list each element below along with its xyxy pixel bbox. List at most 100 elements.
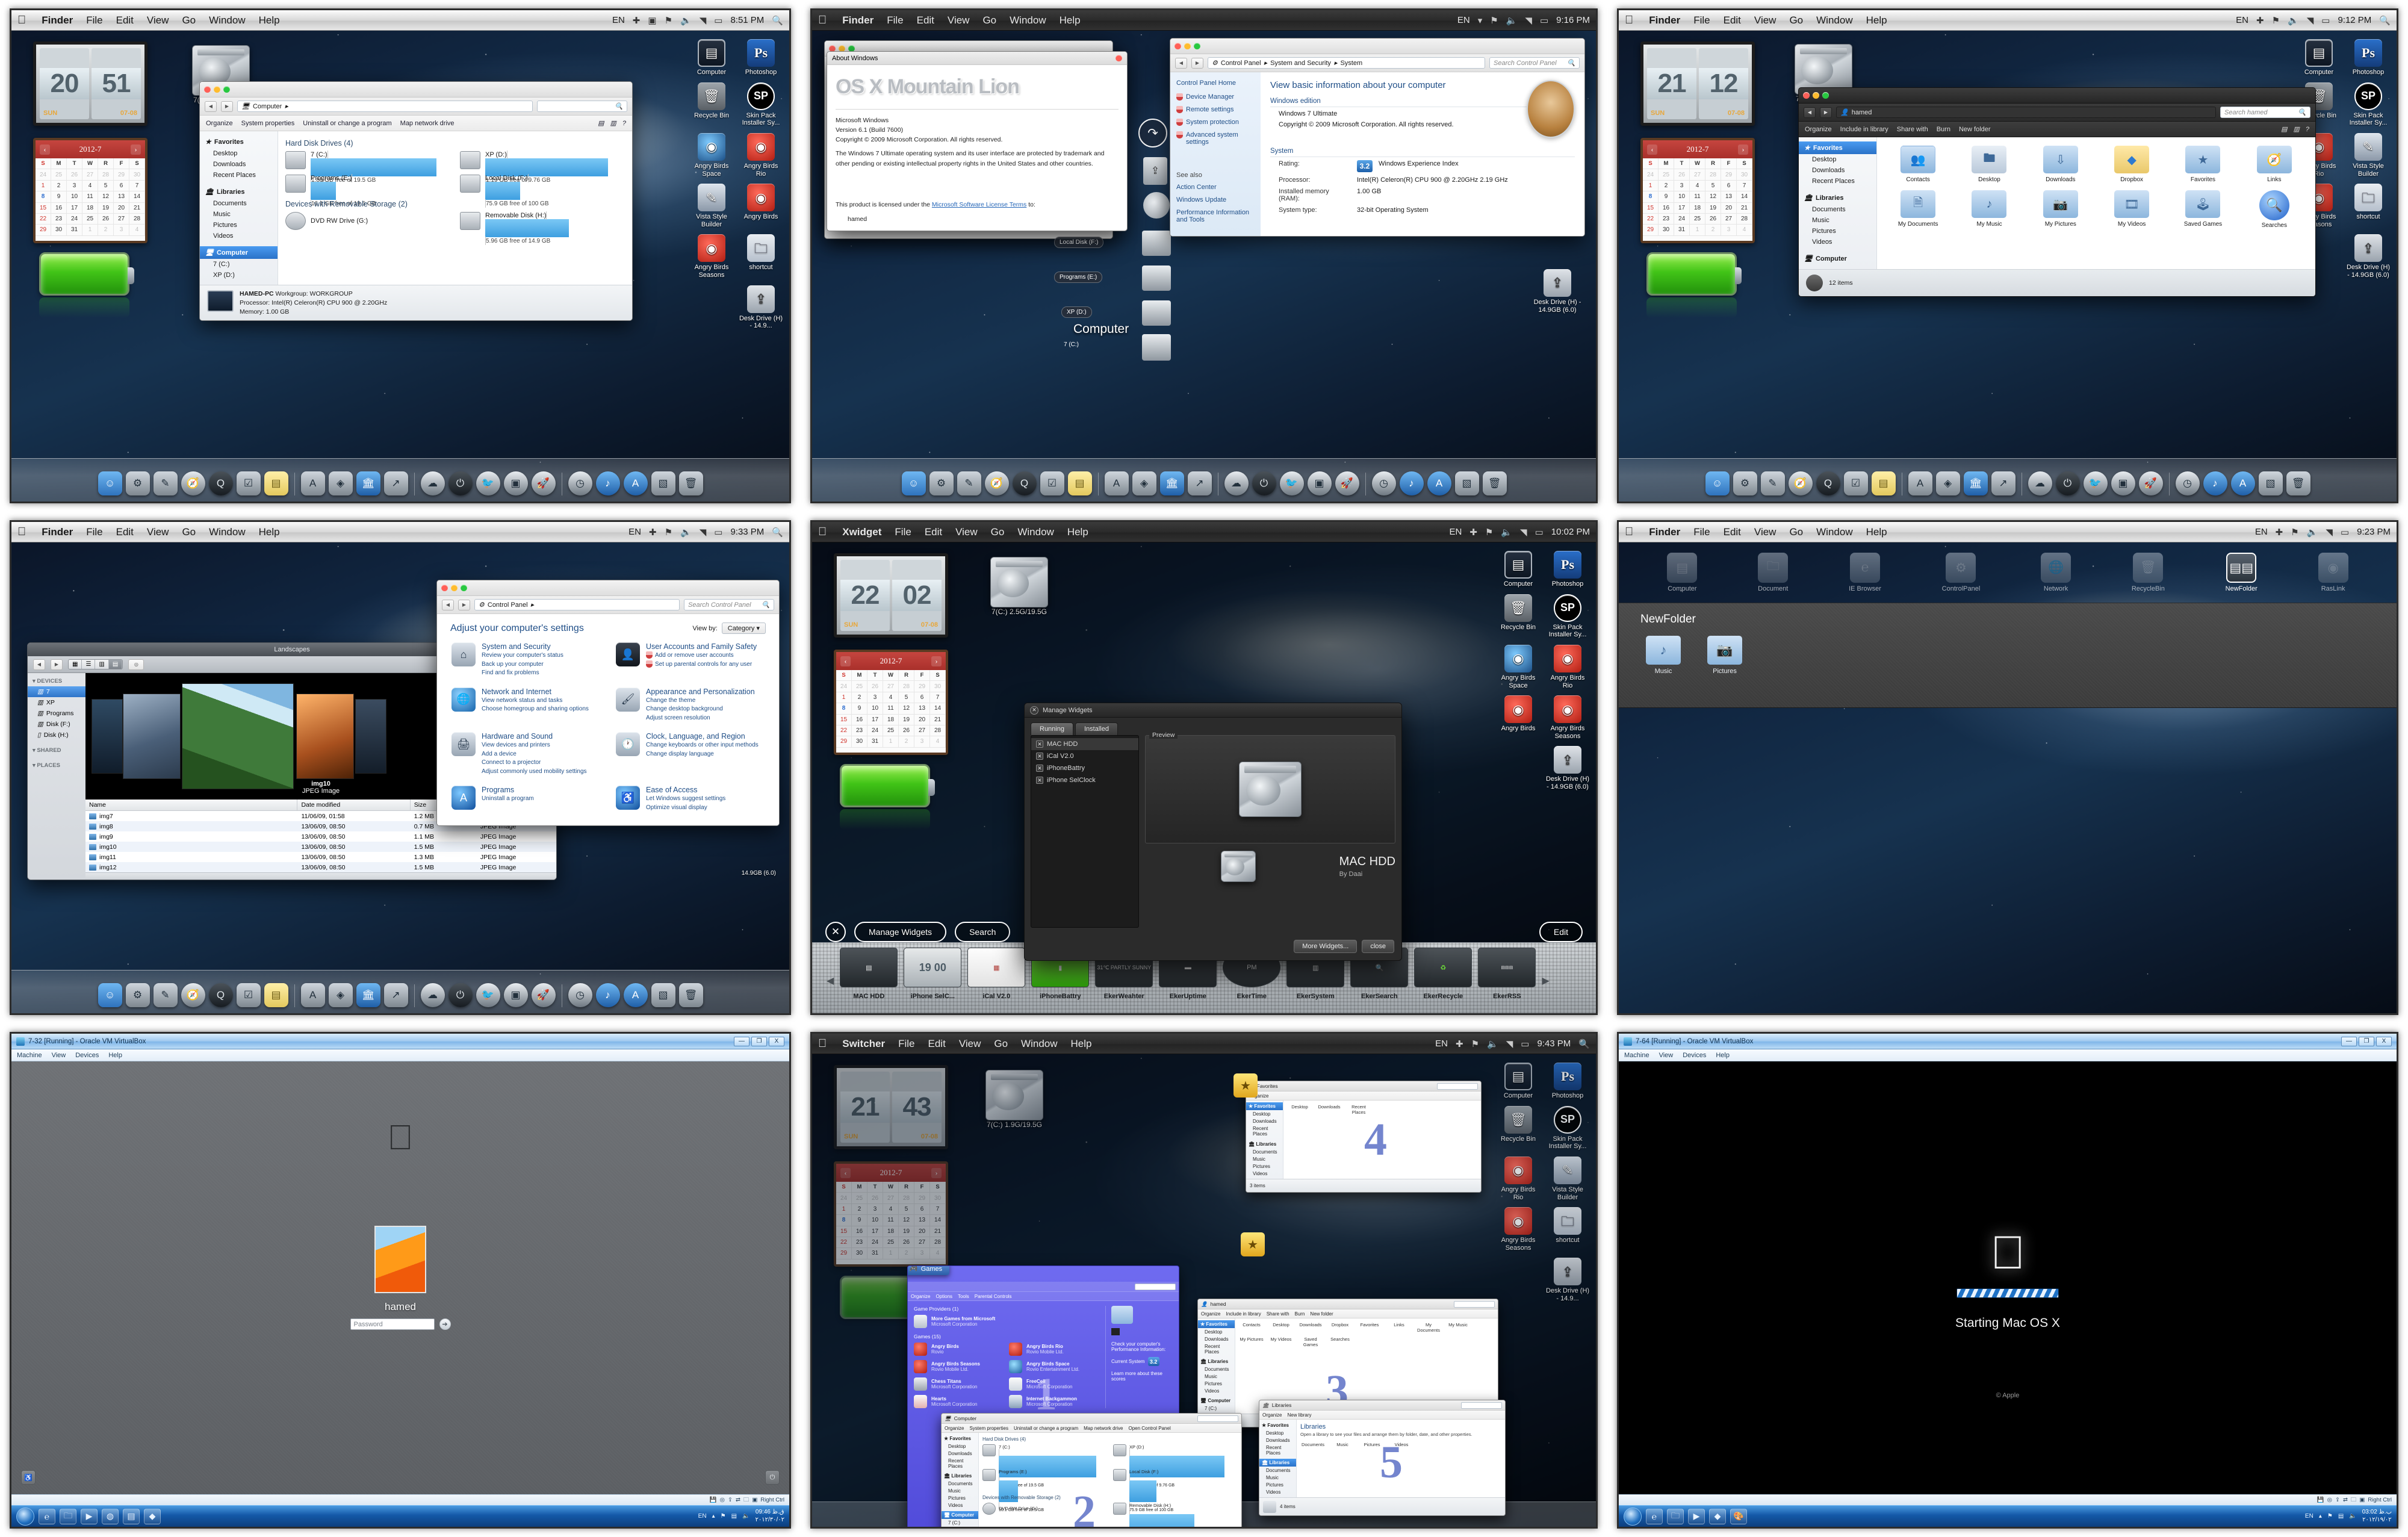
list-item[interactable]: ✕ iCal V2.0 bbox=[1031, 750, 1138, 762]
search-icon[interactable]: 🔍 bbox=[1578, 1039, 1590, 1049]
battery-icon[interactable]: ▭ bbox=[1540, 15, 1548, 26]
menu-window[interactable]: Window bbox=[1021, 1038, 1057, 1050]
hdd-icon[interactable] bbox=[1142, 300, 1171, 326]
table-row[interactable]: img11 13/06/09, 08:50 1.3 MB JPEG Image bbox=[85, 852, 556, 862]
notes-icon[interactable]: ▤ bbox=[264, 471, 288, 495]
calendar-day[interactable]: 4 bbox=[82, 180, 98, 192]
license-link[interactable]: Microsoft Software License Terms bbox=[932, 201, 1026, 208]
calendar-day[interactable]: 1 bbox=[1643, 180, 1659, 192]
calendar-day[interactable]: 11 bbox=[883, 1215, 899, 1226]
calendar-day[interactable]: 6 bbox=[1721, 180, 1737, 192]
category-link[interactable]: Let Windows suggest settings bbox=[646, 795, 725, 804]
drive-item[interactable]: XP (D:)1.19 GB free of 9.76 GB bbox=[460, 151, 625, 184]
calendar-day[interactable]: 2 bbox=[852, 1203, 867, 1216]
calendar-day[interactable]: 3 bbox=[1674, 180, 1690, 192]
coverflow-thumb-selected[interactable] bbox=[182, 683, 294, 789]
calendar-day[interactable]: 31 bbox=[867, 736, 883, 748]
search-button[interactable]: Search bbox=[955, 922, 1011, 942]
reminders-icon[interactable]: ☑ bbox=[236, 983, 261, 1007]
open-control-panel-button[interactable]: Open Control Panel bbox=[1128, 1426, 1170, 1431]
menu-go[interactable]: Go bbox=[1789, 14, 1803, 26]
calendar-day[interactable]: 26 bbox=[899, 725, 914, 737]
folder-item-my-videos[interactable]: 🎞 My Videos bbox=[2098, 190, 2165, 229]
category-title[interactable]: Clock, Language, and Region bbox=[646, 732, 745, 741]
battery-icon[interactable]: ▭ bbox=[714, 527, 722, 538]
calendar-day[interactable]: 5 bbox=[899, 692, 914, 704]
hdd-icon[interactable] bbox=[1142, 265, 1171, 291]
utilities-icon[interactable]: ◈ bbox=[328, 471, 353, 495]
parental-controls-button[interactable]: Parental Controls bbox=[975, 1294, 1012, 1299]
calendar-day[interactable]: 2 bbox=[1659, 180, 1674, 192]
desktop-icon-angry-birds-seasons[interactable]: ◉ Angry Birds Seasons bbox=[1496, 1207, 1541, 1252]
network-icon[interactable]: ▤ bbox=[731, 1513, 737, 1520]
sidebar-item-videos[interactable]: Videos bbox=[1799, 237, 1876, 247]
plus-icon[interactable]: ✚ bbox=[2256, 15, 2264, 26]
sidebar-item-desktop[interactable]: Desktop bbox=[200, 148, 278, 159]
tab-installed[interactable]: Installed bbox=[1075, 722, 1118, 735]
table-row[interactable]: img12 13/06/09, 08:50 1.5 MB JPEG Image bbox=[85, 862, 556, 872]
calendar-day[interactable]: 29 bbox=[836, 1248, 852, 1259]
calendar-day[interactable]: 15 bbox=[836, 1226, 852, 1237]
tab-running[interactable]: Running bbox=[1031, 722, 1073, 735]
organize-button[interactable]: Organize bbox=[1201, 1311, 1220, 1317]
calendar-day[interactable]: 31 bbox=[1674, 225, 1690, 236]
calendar-day[interactable]: 24 bbox=[1674, 213, 1690, 225]
flag-icon[interactable]: ⚑ bbox=[665, 15, 672, 26]
calendar-day[interactable]: 10 bbox=[1674, 191, 1690, 203]
folder-item[interactable]: My Pictures bbox=[1239, 1337, 1264, 1347]
calendar-day[interactable]: 3 bbox=[67, 180, 82, 192]
close-button[interactable]: close bbox=[1362, 940, 1394, 953]
desktop-icon-control-panel[interactable]: ⚙ ControlPanel bbox=[1942, 553, 1980, 592]
desktop-icon-vista-style-builder[interactable]: ✎ Vista Style Builder bbox=[1545, 1156, 1590, 1201]
calendar-day[interactable]: 22 bbox=[36, 213, 51, 225]
close-icon[interactable] bbox=[1175, 43, 1181, 49]
widget-list[interactable]: ✕ MAC HDD ✕ iCal V2.0 ✕ iPhoneBattry ✕ iPhon… bbox=[1031, 735, 1139, 928]
desktop-icon-photoshop[interactable]: Ps Photoshop bbox=[739, 39, 783, 76]
search-input[interactable] bbox=[1461, 1402, 1502, 1409]
calendar-day[interactable]: 30 bbox=[930, 681, 946, 692]
calendar-day[interactable]: 28 bbox=[930, 1237, 946, 1249]
icloud-icon[interactable]: ☁ bbox=[420, 471, 445, 495]
calendar-day[interactable]: 12 bbox=[98, 191, 114, 203]
menu-view[interactable]: View bbox=[1754, 526, 1777, 538]
desktop-icon-computer[interactable]: ▤ Computer bbox=[1496, 1063, 1541, 1100]
calendar-day[interactable]: 20 bbox=[1721, 202, 1737, 214]
remove-icon[interactable]: ✕ bbox=[1036, 777, 1043, 784]
close-icon[interactable] bbox=[1803, 92, 1810, 99]
uninstall-button[interactable]: Uninstall or change a program bbox=[1014, 1426, 1078, 1431]
forward-button[interactable]: ▶ bbox=[458, 599, 470, 610]
menu-edit[interactable]: Edit bbox=[116, 526, 134, 538]
appstore2-icon[interactable]: A bbox=[1427, 471, 1451, 495]
share-icon[interactable]: ↗ bbox=[1991, 471, 2015, 495]
calendar-day[interactable]: 7 bbox=[129, 180, 145, 192]
input-language[interactable]: EN bbox=[1435, 1039, 1448, 1049]
apple-menu-icon[interactable]:  bbox=[1625, 14, 1633, 26]
calendar-day[interactable]: 2 bbox=[852, 692, 867, 704]
calendar-day[interactable]: 28 bbox=[930, 725, 946, 737]
menu-help[interactable]: Help bbox=[1060, 14, 1081, 26]
horizontal-scrollbar[interactable] bbox=[85, 872, 556, 880]
photos-icon[interactable]: ▧ bbox=[2258, 471, 2283, 495]
system-preferences-icon[interactable]: ⚙ bbox=[929, 471, 954, 495]
notes-icon[interactable]: ▤ bbox=[264, 983, 288, 1007]
category-title[interactable]: System and Security bbox=[482, 642, 551, 651]
category-system-and-security[interactable]: ⌂ System and Security Review your computer… bbox=[452, 642, 600, 678]
sidebar-group-favorites[interactable]: ★ Favorites bbox=[1246, 1102, 1283, 1110]
desktop-icon-angry-birds-seasons[interactable]: ◉ Angry Birds Seasons bbox=[1545, 695, 1590, 740]
menu-go[interactable]: Go bbox=[991, 526, 1005, 538]
sidebar-item-videos[interactable]: Videos bbox=[1198, 1387, 1235, 1394]
wifi-icon[interactable]: ◥ bbox=[1506, 1039, 1513, 1049]
switcher-window-favorites[interactable]: ★Favorites Organize ★ Favorites Desktop … bbox=[1246, 1081, 1482, 1193]
coverflow-thumb[interactable] bbox=[123, 694, 181, 779]
menu-go[interactable]: Go bbox=[982, 14, 996, 26]
organize-button[interactable]: Organize bbox=[1805, 126, 1832, 133]
desktop-icon-angry-birds-space[interactable]: ◉ Angry Birds Space bbox=[1496, 644, 1541, 689]
dashboard-icon[interactable]: ◷ bbox=[2175, 471, 2200, 495]
finder-icon[interactable]: ☺ bbox=[901, 471, 926, 495]
calendar-day[interactable]: 28 bbox=[899, 681, 914, 692]
folder-item[interactable]: Desktop bbox=[1287, 1104, 1312, 1115]
menu-devices[interactable]: Devices bbox=[75, 1052, 99, 1059]
new-folder-button[interactable]: New folder bbox=[1310, 1311, 1333, 1317]
menu-view[interactable]: View bbox=[147, 526, 169, 538]
volume-icon[interactable]: 🔈 bbox=[742, 1513, 749, 1520]
